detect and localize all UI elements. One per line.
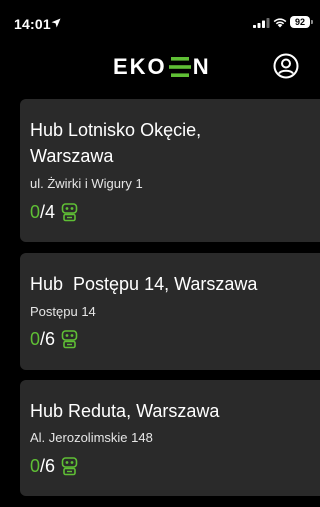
status-time: 14:01 — [14, 16, 51, 32]
hub-address: Postępu 14 — [30, 304, 96, 319]
robot-icon — [61, 330, 78, 349]
hub-address: ul. Żwirki i Wigury 1 — [30, 176, 143, 191]
hub-title: Hub Lotnisko Okęcie, Warszawa — [30, 120, 202, 166]
ekoen-logo: EKO N — [113, 54, 211, 79]
total-count: 4 — [45, 202, 56, 222]
robot-availability: 0/6 — [30, 329, 78, 350]
location-arrow-icon — [51, 18, 61, 28]
logo-text-left: EKO — [113, 54, 167, 79]
hub-address: Al. Jerozolimskie 148 — [30, 430, 153, 445]
robot-icon — [61, 457, 78, 476]
signal-icon — [253, 18, 270, 28]
total-count: 6 — [45, 456, 56, 476]
hub-card[interactable]: Hub Postępu 14, Warszawa Postępu 14 0/6 — [20, 253, 320, 370]
battery-indicator: 92 — [290, 16, 310, 28]
status-bar: 14:01 92 — [0, 0, 320, 46]
hub-title: Hub Postępu 14, Warszawa — [30, 274, 258, 294]
available-count: 0 — [30, 329, 41, 349]
profile-icon[interactable] — [273, 53, 299, 79]
wifi-icon — [273, 18, 287, 28]
battery-tip — [311, 20, 313, 24]
total-count: 6 — [45, 329, 56, 349]
robot-availability: 0/4 — [30, 202, 78, 223]
hub-card[interactable]: Hub Reduta, Warszawa Al. Jerozolimskie 1… — [20, 380, 320, 496]
logo-e-mark-icon — [168, 57, 191, 77]
robot-icon — [61, 203, 78, 222]
available-count: 0 — [30, 202, 41, 222]
logo-text-right: N — [192, 54, 211, 79]
hub-title: Hub Reduta, Warszawa — [30, 401, 220, 421]
robot-availability: 0/6 — [30, 456, 78, 477]
hub-card[interactable]: Hub Lotnisko Okęcie, Warszawa ul. Żwirki… — [20, 99, 320, 242]
available-count: 0 — [30, 456, 41, 476]
